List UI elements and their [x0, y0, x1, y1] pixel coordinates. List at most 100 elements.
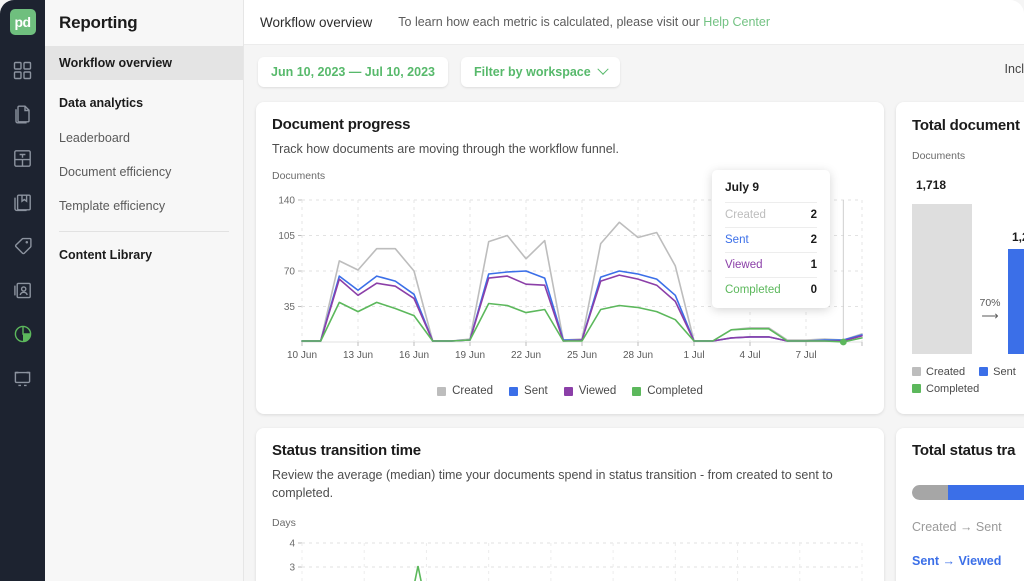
sidebar-item-content-library[interactable]: Content Library	[45, 238, 243, 272]
transition-label-sent-viewed: Sent → Viewed	[912, 554, 1024, 568]
sidebar-item-label: Workflow overview	[59, 56, 172, 70]
content-area: Document progress Track how documents ar…	[244, 98, 1024, 581]
legend-swatch-completed	[632, 387, 641, 396]
tag-icon[interactable]	[6, 229, 40, 263]
card-title: Status transition time	[272, 442, 868, 459]
legend-item-sent: Sent	[979, 366, 1016, 378]
legend-label: Completed	[647, 385, 703, 397]
legend-swatch-created	[437, 387, 446, 396]
help-hint-text: To learn how each metric is calculated, …	[398, 15, 703, 29]
bar-value-sent: 1,204	[1012, 230, 1024, 244]
legend-item-created: Created	[437, 385, 493, 397]
include-option-truncated[interactable]: Incl	[1005, 62, 1024, 76]
legend-label: Viewed	[579, 385, 617, 397]
date-range-button[interactable]: Jun 10, 2023 — Jul 10, 2023	[258, 57, 448, 87]
svg-text:4: 4	[289, 539, 295, 550]
legend-label: Created	[926, 366, 965, 378]
contacts-icon[interactable]	[6, 273, 40, 307]
workspace-filter-label: Filter by workspace	[474, 65, 591, 79]
svg-text:105: 105	[278, 231, 295, 242]
y-axis-label: Days	[272, 517, 868, 529]
documents-icon[interactable]	[6, 97, 40, 131]
tooltip-label: Created	[725, 209, 766, 221]
bar-created[interactable]	[912, 204, 972, 354]
legend-label: Completed	[926, 383, 979, 395]
tooltip-row-completed: Completed 0	[725, 277, 817, 302]
legend-swatch-sent	[509, 387, 518, 396]
reporting-sidebar: Reporting Workflow overview Data analyti…	[45, 0, 244, 581]
dashboard-icon[interactable]	[6, 53, 40, 87]
bar-sent[interactable]	[1008, 249, 1024, 354]
sidebar-item-label: Template efficiency	[59, 199, 165, 213]
legend-label: Created	[452, 385, 493, 397]
chevron-down-icon	[597, 63, 608, 74]
svg-text:19 Jun: 19 Jun	[455, 350, 485, 361]
legend-label: Sent	[993, 366, 1016, 378]
svg-text:35: 35	[284, 302, 296, 313]
tooltip-label: Viewed	[725, 259, 763, 271]
reporting-app: pd	[0, 0, 1024, 581]
total-progress-bars: 1,718 1,204 70% ⟶	[912, 176, 1024, 354]
catalog-icon[interactable]	[6, 185, 40, 219]
card-subtitle: Track how documents are moving through t…	[272, 140, 868, 158]
sidebar-item-workflow-overview[interactable]: Workflow overview	[45, 46, 243, 80]
sidebar-item-label: Data analytics	[59, 96, 143, 110]
sidebar-title: Reporting	[45, 0, 243, 46]
svg-text:16 Jun: 16 Jun	[399, 350, 429, 361]
tooltip-value: 1	[811, 259, 817, 271]
svg-text:7 Jul: 7 Jul	[795, 350, 816, 361]
legend-swatch-sent	[979, 367, 988, 376]
total-progress-legend: Created Sent Completed	[912, 366, 1024, 395]
sidebar-item-data-analytics[interactable]: Data analytics	[45, 86, 243, 120]
svg-text:140: 140	[278, 196, 295, 207]
legend-item-created: Created	[912, 366, 965, 378]
y-axis-label: Documents	[912, 150, 1024, 162]
tooltip-value: 2	[811, 234, 817, 246]
pandadoc-logo[interactable]: pd	[10, 9, 36, 35]
card-title: Total document progress	[912, 116, 1024, 136]
line-chart-svg: 43	[272, 535, 868, 581]
tooltip-row-sent: Sent 2	[725, 227, 817, 252]
help-center-link[interactable]: Help Center	[703, 15, 770, 29]
total-status-transition-card: Total status tra Created → Sent Sent → V…	[896, 428, 1024, 581]
legend-item-completed: Completed	[912, 383, 1024, 395]
legend-item-sent: Sent	[509, 385, 548, 397]
legend-swatch-created	[912, 367, 921, 376]
segment-sent-to-viewed	[948, 485, 1024, 500]
segment-created-to-sent	[912, 485, 948, 500]
tooltip-row-created: Created 2	[725, 202, 817, 227]
top-bar: Workflow overview To learn how each metr…	[244, 0, 1024, 45]
tooltip-value: 0	[811, 284, 817, 296]
sidebar-item-document-efficiency[interactable]: Document efficiency	[45, 155, 243, 189]
rooms-icon[interactable]	[6, 361, 40, 395]
icon-rail: pd	[0, 0, 45, 581]
filters-toolbar: Jun 10, 2023 — Jul 10, 2023 Filter by wo…	[244, 45, 1024, 98]
svg-text:28 Jun: 28 Jun	[623, 350, 653, 361]
svg-text:13 Jun: 13 Jun	[343, 350, 373, 361]
templates-icon[interactable]	[6, 141, 40, 175]
legend-swatch-completed	[912, 384, 921, 393]
tooltip-value: 2	[811, 209, 817, 221]
sidebar-item-leaderboard[interactable]: Leaderboard	[45, 121, 243, 155]
card-title: Document progress	[272, 116, 868, 133]
tooltip-row-viewed: Viewed 1	[725, 252, 817, 277]
svg-text:3: 3	[289, 563, 295, 574]
reporting-icon[interactable]	[6, 317, 40, 351]
page-title: Workflow overview	[260, 15, 372, 30]
svg-text:25 Jun: 25 Jun	[567, 350, 597, 361]
tooltip-date: July 9	[725, 180, 817, 202]
status-transition-chart[interactable]: 43	[272, 535, 868, 581]
bar-value-created: 1,718	[916, 178, 946, 192]
svg-text:1 Jul: 1 Jul	[683, 350, 704, 361]
sidebar-item-template-efficiency[interactable]: Template efficiency	[45, 189, 243, 223]
legend-swatch-viewed	[564, 387, 573, 396]
legend-item-completed: Completed	[632, 385, 703, 397]
legend-label: Sent	[524, 385, 548, 397]
help-hint: To learn how each metric is calculated, …	[398, 15, 770, 29]
status-transition-bar[interactable]	[912, 485, 1024, 500]
tooltip-label: Completed	[725, 284, 781, 296]
sidebar-item-label: Leaderboard	[59, 131, 130, 145]
chart-legend: Created Sent Viewed Completed	[272, 385, 868, 397]
logo-text: pd	[14, 15, 30, 29]
workspace-filter-dropdown[interactable]: Filter by workspace	[461, 57, 620, 87]
